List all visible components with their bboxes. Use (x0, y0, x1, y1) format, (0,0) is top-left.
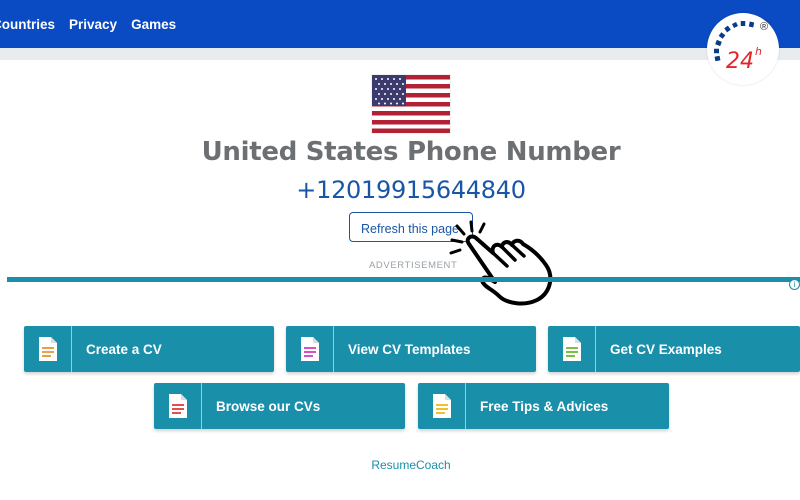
create-cv-button[interactable]: Create a CV (24, 326, 274, 372)
page-title: United States Phone Number (201, 137, 621, 167)
resumecoach-link[interactable]: ResumeCoach (0, 458, 800, 472)
nav-links: Countries Privacy Games (0, 16, 176, 34)
ad-info-icon[interactable]: i (789, 279, 800, 290)
registered-mark: ® (760, 21, 769, 33)
svg-text:h: h (755, 45, 762, 58)
view-cv-templates-button[interactable]: View CV Templates (286, 326, 536, 372)
us-flag-icon (372, 75, 450, 133)
pink-document-icon (286, 326, 334, 372)
orange-document-icon (24, 326, 72, 372)
phone-number[interactable]: +12019915644840 (0, 174, 800, 206)
nav-link-games[interactable]: Games (131, 16, 176, 34)
advertisement-label: ADVERTISEMENT (369, 260, 458, 271)
svg-text:24: 24 (726, 49, 754, 74)
header-divider (0, 48, 800, 60)
logo-24h-icon: 24 h (714, 21, 762, 74)
site-logo[interactable]: 24 h (707, 13, 779, 85)
red-document-icon (154, 383, 202, 429)
ad-top-border (7, 277, 800, 282)
get-cv-examples-button[interactable]: Get CV Examples (548, 326, 800, 372)
create-cv-label: Create a CV (86, 341, 162, 357)
free-tips-label: Free Tips & Advices (480, 398, 609, 414)
get-cv-examples-label: Get CV Examples (610, 341, 722, 357)
view-cv-templates-label: View CV Templates (348, 341, 471, 357)
nav-link-privacy[interactable]: Privacy (69, 16, 117, 34)
hand-pointer-icon (449, 220, 553, 306)
top-navigation-bar: Countries Privacy Games (0, 0, 800, 48)
yellow-document-icon (418, 383, 466, 429)
free-tips-button[interactable]: Free Tips & Advices (418, 383, 669, 429)
browse-cvs-button[interactable]: Browse our CVs (154, 383, 405, 429)
nav-link-countries[interactable]: Countries (0, 16, 55, 34)
green-document-icon (548, 326, 596, 372)
browse-cvs-label: Browse our CVs (216, 398, 321, 414)
